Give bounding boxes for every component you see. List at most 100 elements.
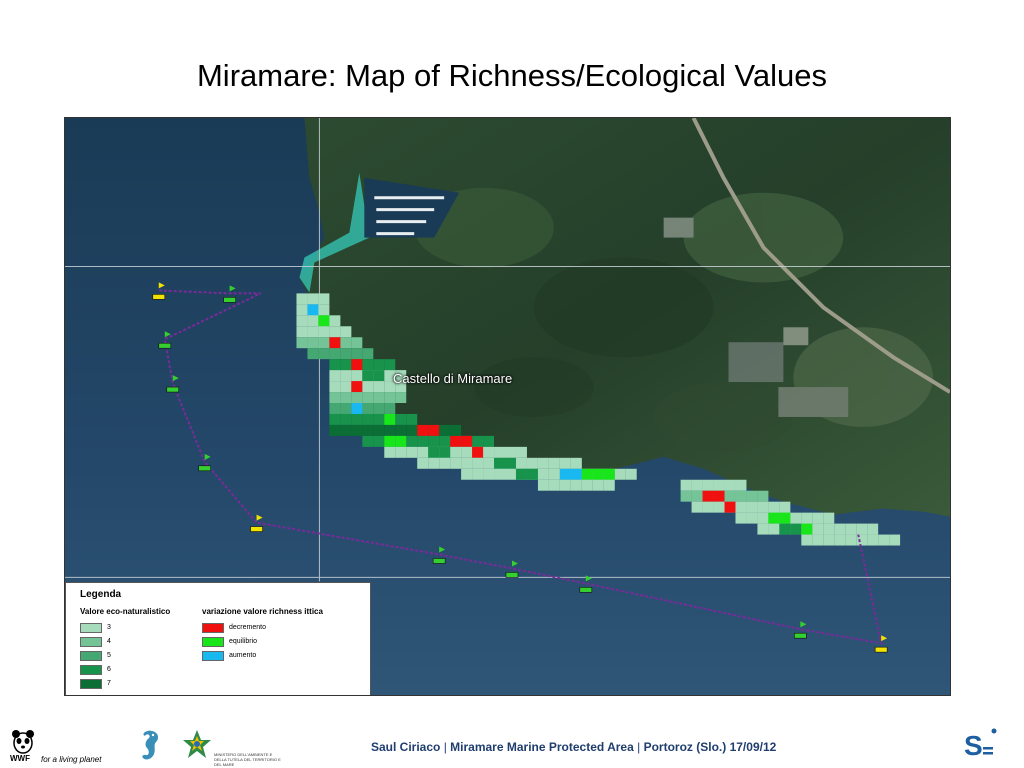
map-cell: [296, 326, 308, 338]
map-cell: [603, 468, 615, 480]
map-cell: [329, 348, 341, 360]
map-cell: [494, 457, 506, 469]
legend-eco-title: Valore eco-naturalistico: [80, 607, 171, 616]
map-cell: [746, 490, 758, 502]
map-cell: [735, 512, 747, 524]
map-cell: [867, 534, 879, 546]
map-cell: [713, 501, 725, 513]
map-cell: [340, 337, 352, 349]
map-cell: [340, 381, 352, 393]
map-cell: [724, 501, 736, 513]
map-cell: [329, 359, 341, 371]
map-cell: [362, 413, 374, 425]
map-cell: [362, 359, 374, 371]
map-cell: [307, 315, 319, 327]
legend-richness-title: variazione valore richness ittica: [202, 607, 323, 616]
footer-author: Saul Ciriaco: [371, 740, 441, 754]
map-cell: [428, 424, 440, 436]
map-cell: [406, 424, 418, 436]
buoy-marker: [166, 386, 180, 393]
map-cell: [680, 479, 692, 491]
map-cell: [779, 501, 791, 513]
map-cell: [559, 468, 571, 480]
map-cell: [856, 523, 868, 535]
map-cell: [439, 457, 451, 469]
legend-richness-item: aumento: [202, 651, 256, 661]
wwf-panda-icon: [12, 730, 34, 754]
legend-eco-item: 3: [80, 623, 111, 633]
buoy-marker: [158, 342, 172, 349]
map-cell: [768, 512, 780, 524]
map-cell: [746, 512, 758, 524]
map-cell: [691, 501, 703, 513]
legend-swatch: [80, 651, 102, 661]
map-cell: [395, 413, 407, 425]
map-cell: [724, 490, 736, 502]
footer-area: Miramare Marine Protected Area: [450, 740, 634, 754]
map-cell: [340, 413, 352, 425]
map-legend: Legenda Valore eco-naturalistico variazi…: [65, 582, 371, 695]
map-cell: [450, 457, 462, 469]
map-cell: [592, 468, 604, 480]
map-cell: [428, 457, 440, 469]
map-cell: [570, 457, 582, 469]
map-cell: [329, 326, 341, 338]
map-cell: [537, 457, 549, 469]
map-cell: [472, 435, 484, 447]
buoy-marker: [223, 297, 236, 303]
map-cell: [318, 326, 330, 338]
map-cell: [329, 337, 341, 349]
map-cell: [351, 359, 363, 371]
map-cell: [296, 337, 308, 349]
map-cell: [329, 315, 341, 327]
legend-eco-item: 5: [80, 651, 111, 661]
s-brand-icon: S: [964, 728, 997, 761]
legend-swatch: [202, 637, 224, 647]
map-cell: [351, 348, 363, 360]
footer-credits: Saul Ciriaco | Miramare Marine Protected…: [371, 740, 777, 754]
map-cell: [329, 403, 341, 414]
map-cell: [340, 326, 352, 338]
legend-richness-item: equilibrio: [202, 637, 257, 647]
map-cell: [845, 534, 857, 546]
map-cell: [428, 446, 440, 458]
map-cell: [757, 512, 769, 524]
map-cell: [526, 468, 538, 480]
map-cell: [296, 293, 308, 305]
map-cell: [373, 424, 385, 436]
map-cell: [362, 370, 374, 382]
map-cell: [680, 490, 692, 502]
map-cell: [735, 479, 747, 491]
map-cell: [351, 413, 363, 425]
map-cell: [570, 468, 582, 480]
map-cell: [340, 359, 352, 371]
map-cell: [450, 446, 462, 458]
map-cell: [395, 392, 407, 404]
legend-title: Legenda: [80, 589, 122, 600]
map-cell: [417, 446, 429, 458]
map-cell: [318, 304, 330, 316]
map-cell: [461, 435, 473, 447]
legend-eco-item: 7: [80, 679, 111, 689]
map-cell: [461, 457, 473, 469]
map-cell: [362, 348, 374, 360]
map-cell: [329, 381, 341, 393]
map-cell: [318, 337, 330, 349]
map-cell: [483, 468, 495, 480]
map-cell: [340, 348, 352, 360]
map-cell: [548, 457, 560, 469]
map-cell: [329, 370, 341, 382]
map-cell: [318, 315, 330, 327]
wwf-tagline: for a living planet: [41, 755, 102, 764]
legend-swatch: [80, 679, 102, 689]
map-cell: [878, 534, 890, 546]
buoy-marker: [874, 646, 888, 653]
legend-swatch: [202, 623, 224, 633]
map-cell: [559, 479, 571, 491]
map-cell: [757, 501, 769, 513]
map-cell: [702, 490, 714, 502]
map-cell: [867, 523, 879, 535]
ministry-logo-text: MINISTERO DELL'AMBIENTE E DELLA TUTELA D…: [214, 752, 281, 767]
map-view[interactable]: Castello di Miramare Legenda Valore eco-…: [64, 117, 951, 696]
map-cell: [362, 381, 374, 393]
